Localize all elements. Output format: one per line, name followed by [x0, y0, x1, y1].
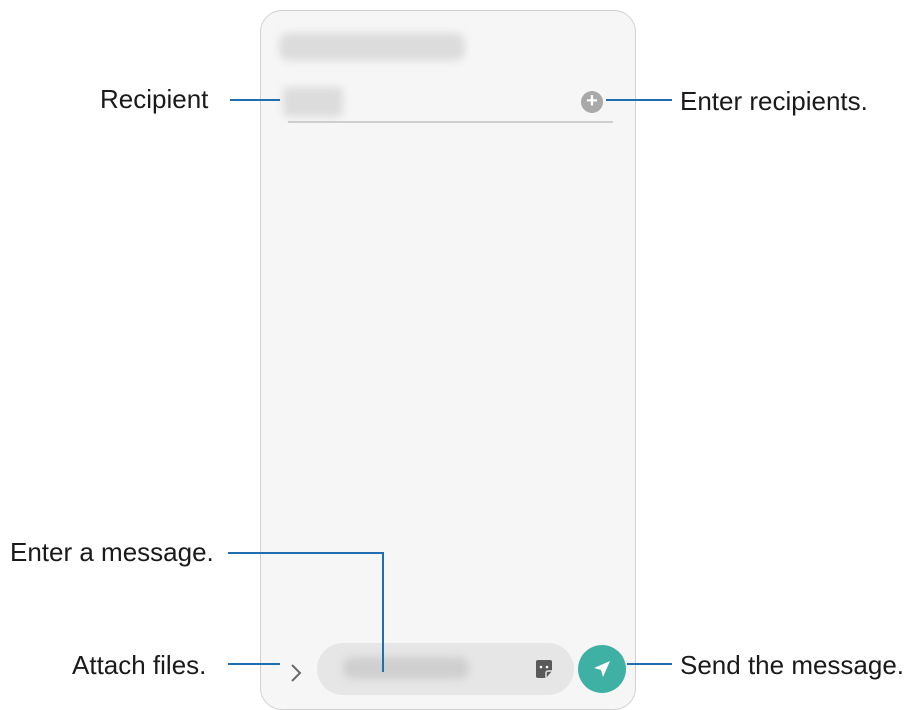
attach-chevron-icon[interactable]	[288, 659, 304, 687]
leader-line-enter-message-h	[228, 552, 384, 554]
leader-line-enter-recipients	[606, 99, 672, 101]
message-input-placeholder	[343, 657, 469, 679]
leader-line-recipient	[230, 99, 280, 101]
callout-recipient: Recipient	[100, 84, 209, 114]
conversation-title-placeholder	[279, 33, 465, 61]
recipient-field[interactable]	[283, 87, 343, 117]
add-recipient-icon[interactable]: +	[581, 91, 603, 113]
callout-attach-files: Attach files.	[72, 650, 207, 680]
message-input[interactable]	[317, 643, 574, 695]
leader-line-enter-message-v	[382, 552, 384, 672]
callout-enter-message: Enter a message.	[10, 537, 214, 567]
sticker-icon[interactable]	[533, 658, 555, 680]
callout-enter-recipients: Enter recipients.	[680, 86, 868, 116]
callout-send-message: Send the message.	[680, 650, 905, 680]
recipient-divider	[288, 121, 613, 123]
leader-line-send-message	[627, 663, 672, 665]
phone-screen: +	[260, 10, 636, 710]
leader-line-attach-files	[228, 663, 280, 665]
paper-plane-icon	[594, 661, 610, 677]
send-button[interactable]	[578, 645, 626, 693]
